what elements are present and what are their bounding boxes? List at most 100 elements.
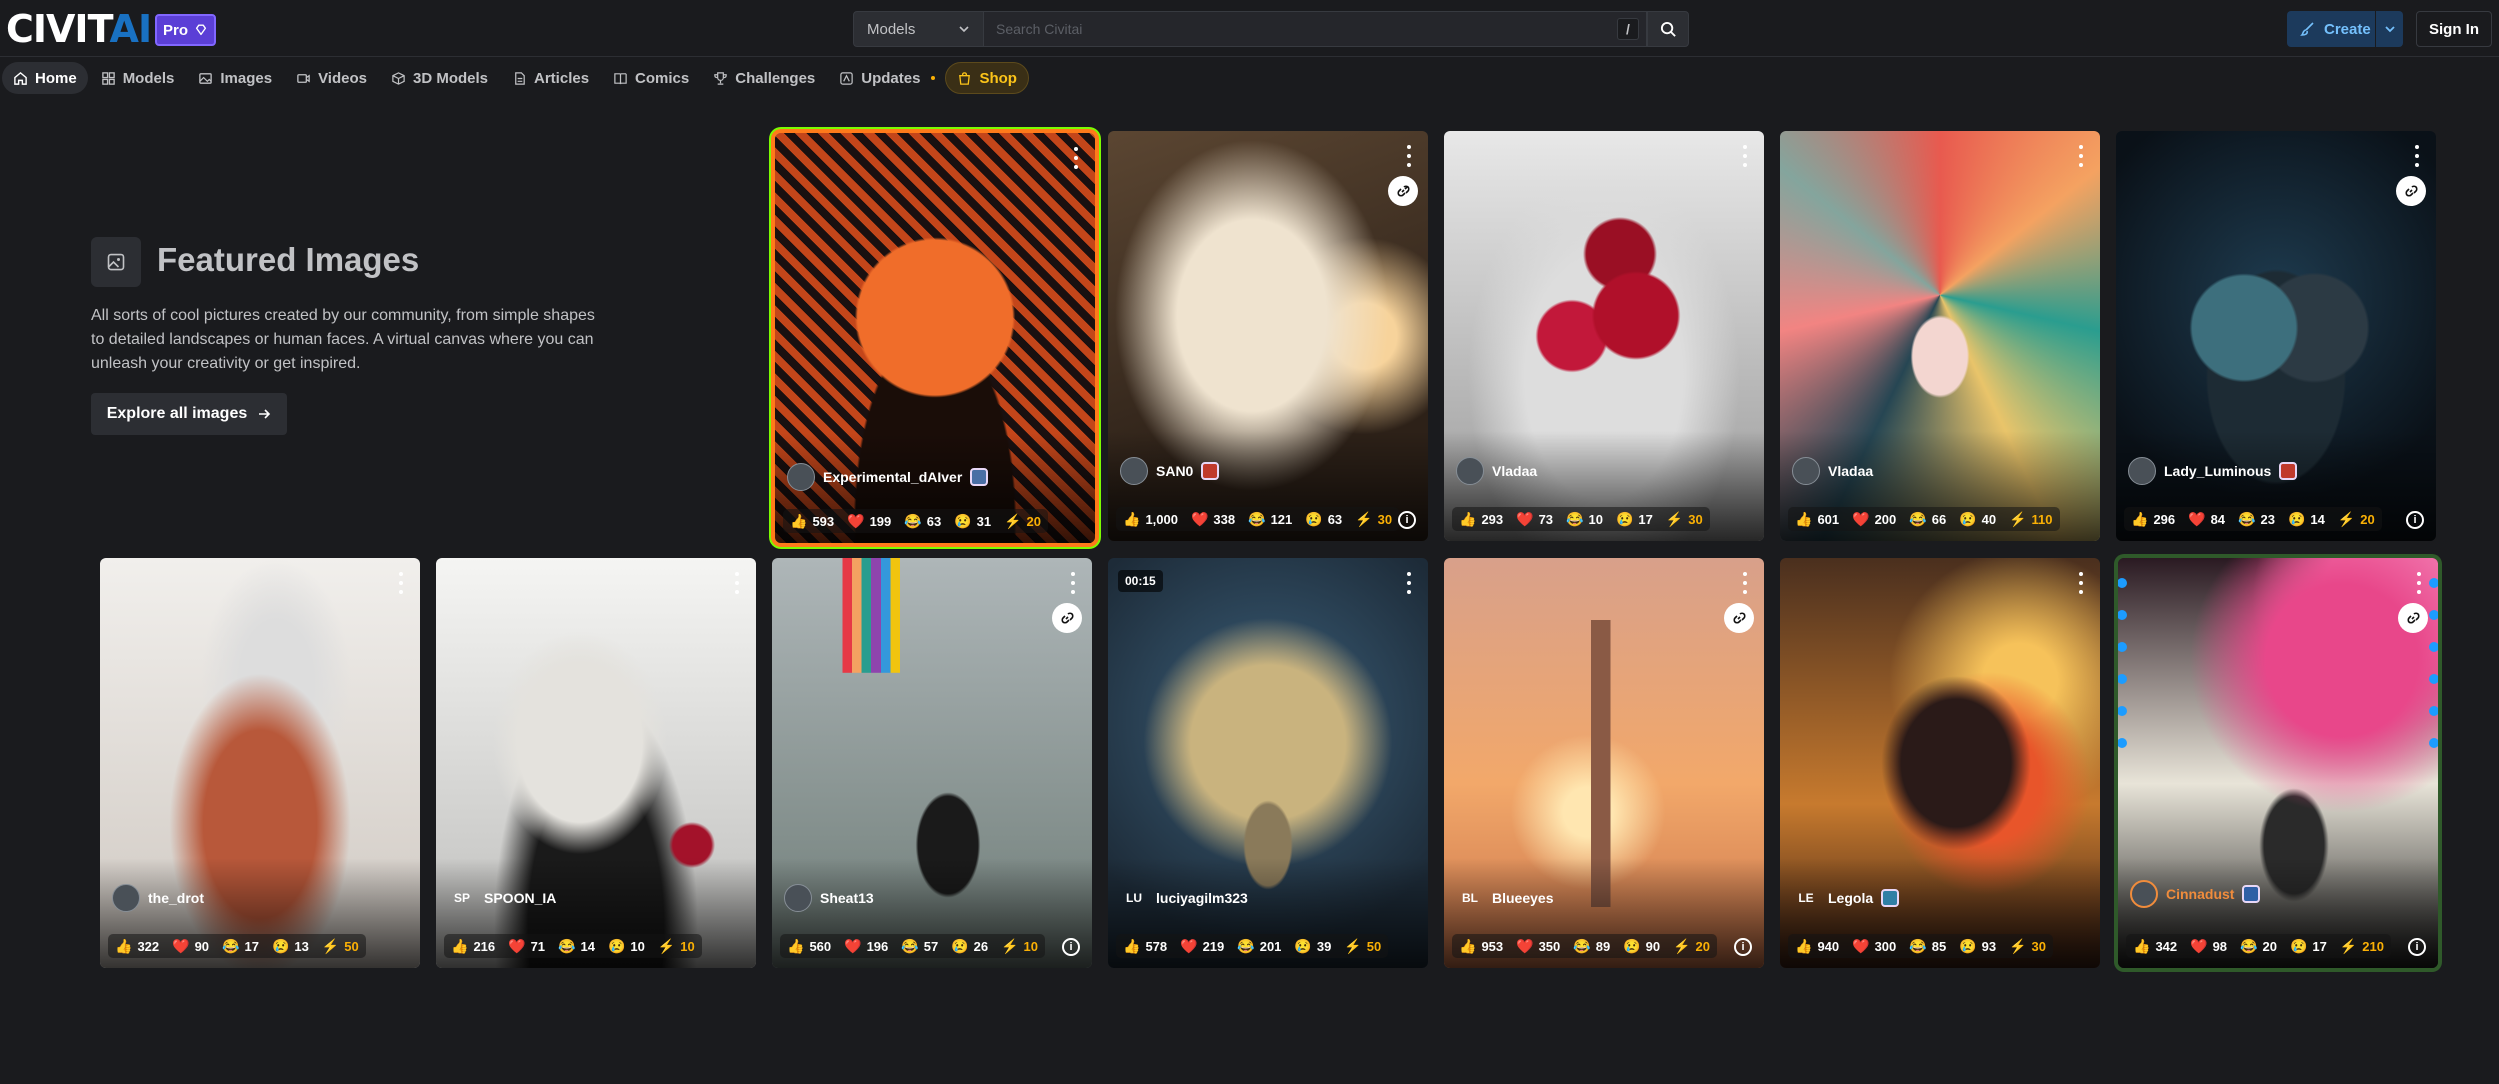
laugh-reaction[interactable]: 😂 10 [1566, 512, 1603, 527]
cry-reaction[interactable]: 😢 31 [954, 514, 991, 529]
buzz-tip[interactable]: ⚡ 10 [658, 939, 695, 954]
laugh-reaction[interactable]: 😂 14 [558, 939, 595, 954]
nav-videos[interactable]: Videos [285, 62, 378, 94]
like-reaction[interactable]: 👍 953 [1459, 939, 1503, 954]
image-card[interactable]: SAN0 👍 1,000 ❤️ 338 😂 121 😢 63 ⚡ 30 i [1108, 131, 1428, 541]
laugh-reaction[interactable]: 😂 63 [904, 514, 941, 529]
card-user[interactable]: LU luciyagilm323 [1120, 884, 1248, 912]
image-card[interactable]: Vladaa 👍 293 ❤️ 73 😂 10 😢 17 ⚡ 30 [1444, 131, 1764, 541]
link-icon[interactable] [1052, 603, 1082, 633]
card-menu-button[interactable] [2078, 145, 2084, 167]
card-menu-button[interactable] [734, 572, 740, 594]
image-card[interactable]: the_drot 👍 322 ❤️ 90 😂 17 😢 13 ⚡ 50 [100, 558, 420, 968]
link-icon[interactable] [1388, 176, 1418, 206]
like-reaction[interactable]: 👍 593 [790, 514, 834, 529]
card-user[interactable]: Experimental_dAIver [787, 463, 989, 491]
card-menu-button[interactable] [2416, 572, 2422, 594]
cry-reaction[interactable]: 😢 13 [272, 939, 309, 954]
buzz-tip[interactable]: ⚡ 20 [2338, 512, 2375, 527]
search-scope-select[interactable]: Models [853, 11, 984, 47]
card-user[interactable]: the_drot [112, 884, 204, 912]
nav-3d-models[interactable]: 3D Models [380, 62, 499, 94]
create-button[interactable]: Create [2287, 11, 2403, 47]
heart-reaction[interactable]: ❤️ 71 [508, 939, 545, 954]
like-reaction[interactable]: 👍 560 [787, 939, 831, 954]
heart-reaction[interactable]: ❤️ 90 [172, 939, 209, 954]
pro-button[interactable]: Pro [155, 14, 216, 46]
cry-reaction[interactable]: 😢 17 [1616, 512, 1653, 527]
laugh-reaction[interactable]: 😂 20 [2240, 939, 2277, 954]
like-reaction[interactable]: 👍 293 [1459, 512, 1503, 527]
card-menu-button[interactable] [1406, 572, 1412, 594]
buzz-tip[interactable]: ⚡ 210 [2340, 939, 2384, 954]
like-reaction[interactable]: 👍 322 [115, 939, 159, 954]
image-card[interactable]: Lady_Luminous 👍 296 ❤️ 84 😂 23 😢 14 ⚡ 20 i [2116, 131, 2436, 541]
nav-comics[interactable]: Comics [602, 62, 700, 94]
card-user[interactable]: LE Legola [1792, 884, 1900, 912]
buzz-tip[interactable]: ⚡ 110 [2009, 512, 2052, 527]
heart-reaction[interactable]: ❤️ 350 [1516, 939, 1560, 954]
cry-reaction[interactable]: 😢 90 [1623, 939, 1660, 954]
buzz-tip[interactable]: ⚡ 50 [322, 939, 359, 954]
laugh-reaction[interactable]: 😂 89 [1573, 939, 1610, 954]
like-reaction[interactable]: 👍 940 [1795, 939, 1839, 954]
link-icon[interactable] [1724, 603, 1754, 633]
laugh-reaction[interactable]: 😂 57 [901, 939, 938, 954]
card-user[interactable]: SP SPOON_IA [448, 884, 556, 912]
laugh-reaction[interactable]: 😂 66 [1909, 512, 1946, 527]
cry-reaction[interactable]: 😢 10 [608, 939, 645, 954]
video-card[interactable]: 00:15 LU luciyagilm323 👍 578 ❤️ 219 😂 201 😢… [1108, 558, 1428, 968]
cry-reaction[interactable]: 😢 39 [1294, 939, 1331, 954]
image-card[interactable]: Experimental_dAIver 👍 593 ❤️ 199 😂 63 😢 31 ⚡… [775, 133, 1095, 543]
cry-reaction[interactable]: 😢 40 [1959, 512, 1996, 527]
buzz-tip[interactable]: ⚡ 50 [1344, 939, 1381, 954]
heart-reaction[interactable]: ❤️ 73 [1516, 512, 1553, 527]
laugh-reaction[interactable]: 😂 23 [2238, 512, 2275, 527]
cry-reaction[interactable]: 😢 26 [951, 939, 988, 954]
card-menu-button[interactable] [1742, 572, 1748, 594]
laugh-reaction[interactable]: 😂 17 [222, 939, 259, 954]
heart-reaction[interactable]: ❤️ 196 [844, 939, 888, 954]
cry-reaction[interactable]: 😢 14 [2288, 512, 2325, 527]
like-reaction[interactable]: 👍 578 [1123, 939, 1167, 954]
nav-updates[interactable]: Updates [828, 62, 931, 94]
card-user[interactable]: Lady_Luminous [2128, 457, 2298, 485]
like-reaction[interactable]: 👍 601 [1795, 512, 1839, 527]
search-button[interactable] [1647, 11, 1689, 47]
heart-reaction[interactable]: ❤️ 199 [847, 514, 891, 529]
nav-challenges[interactable]: Challenges [702, 62, 826, 94]
card-menu-button[interactable] [1073, 147, 1079, 169]
like-reaction[interactable]: 👍 342 [2133, 939, 2177, 954]
heart-reaction[interactable]: ❤️ 300 [1852, 939, 1896, 954]
info-icon[interactable]: i [1734, 938, 1752, 956]
sign-in-button[interactable]: Sign In [2416, 11, 2492, 47]
image-card[interactable]: SP SPOON_IA 👍 216 ❤️ 71 😂 14 😢 10 ⚡ 10 [436, 558, 756, 968]
search-input[interactable]: Search Civitai [984, 11, 1647, 47]
info-icon[interactable]: i [2408, 938, 2426, 956]
link-icon[interactable] [2398, 603, 2428, 633]
laugh-reaction[interactable]: 😂 201 [1237, 939, 1281, 954]
like-reaction[interactable]: 👍 216 [451, 939, 495, 954]
card-user[interactable]: Cinnadust [2130, 880, 2261, 908]
card-user[interactable]: BL Blueeyes [1456, 884, 1553, 912]
buzz-tip[interactable]: ⚡ 30 [1355, 512, 1392, 527]
image-card[interactable]: BL Blueeyes 👍 953 ❤️ 350 😂 89 😢 90 ⚡ 20 i [1444, 558, 1764, 968]
heart-reaction[interactable]: ❤️ 98 [2190, 939, 2227, 954]
create-menu-toggle[interactable] [2376, 23, 2403, 35]
heart-reaction[interactable]: ❤️ 84 [2188, 512, 2225, 527]
cry-reaction[interactable]: 😢 17 [2290, 939, 2327, 954]
card-menu-button[interactable] [1070, 572, 1076, 594]
card-menu-button[interactable] [2078, 572, 2084, 594]
nav-images[interactable]: Images [187, 62, 283, 94]
card-menu-button[interactable] [398, 572, 404, 594]
buzz-tip[interactable]: ⚡ 30 [1666, 512, 1703, 527]
civitai-logo[interactable]: CIVITAI [6, 10, 152, 48]
like-reaction[interactable]: 👍 1,000 [1123, 512, 1178, 527]
card-user[interactable]: Sheat13 [784, 884, 874, 912]
buzz-tip[interactable]: ⚡ 20 [1004, 514, 1041, 529]
card-user[interactable]: SAN0 [1120, 457, 1220, 485]
heart-reaction[interactable]: ❤️ 338 [1191, 512, 1235, 527]
buzz-tip[interactable]: ⚡ 20 [1673, 939, 1710, 954]
explore-all-images-button[interactable]: Explore all images [91, 393, 287, 435]
nav-shop[interactable]: Shop [945, 62, 1029, 94]
